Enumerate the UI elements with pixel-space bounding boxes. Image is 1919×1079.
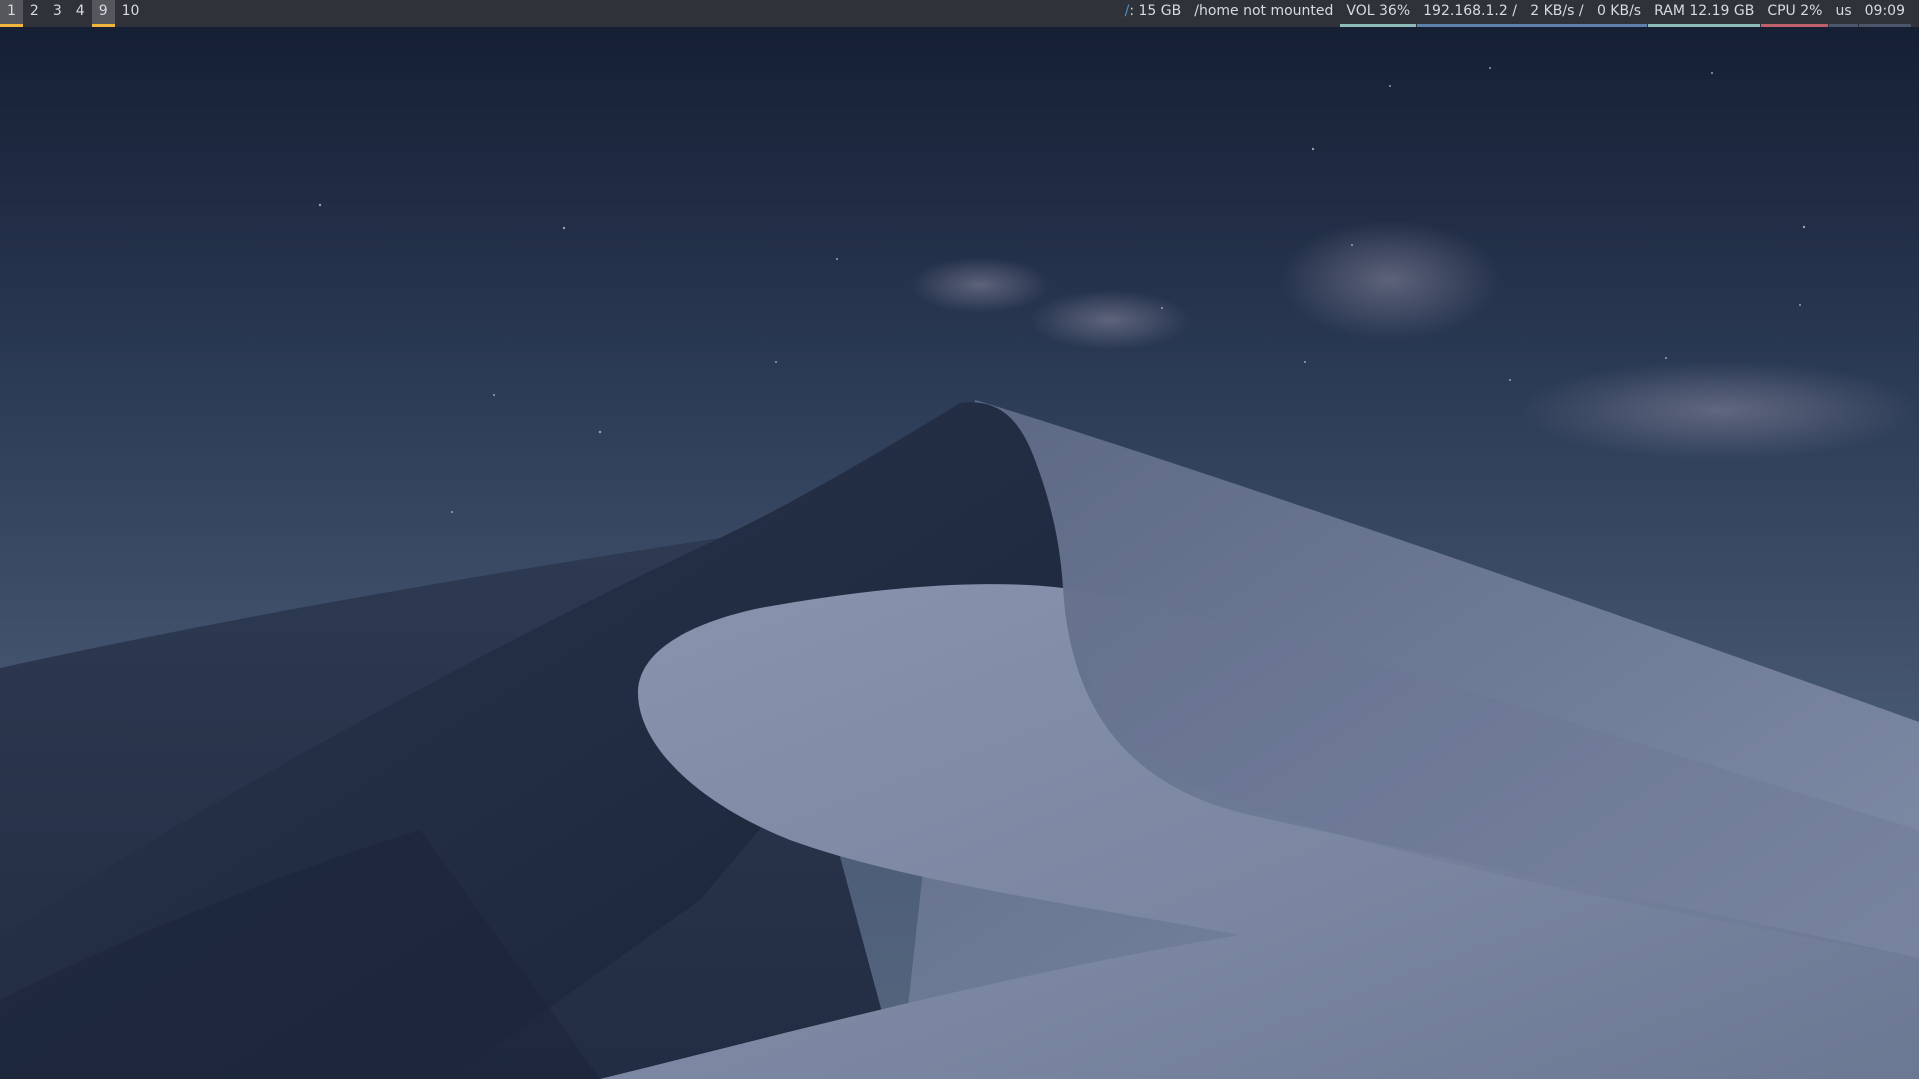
workspace-button[interactable]: 2 xyxy=(23,0,46,27)
disk-root-text: : 15 GB xyxy=(1129,3,1182,19)
disk-home-status: /home not mounted xyxy=(1194,3,1334,19)
workspace-switcher: 1 2 3 4 9 10 xyxy=(0,0,146,27)
disk-root-status: /: 15 GB xyxy=(1119,0,1188,27)
clock: 09:09 xyxy=(1858,0,1911,27)
keyboard-layout-status[interactable]: us xyxy=(1829,0,1858,27)
ram-status: RAM 12.19 GB xyxy=(1648,0,1761,27)
workspace-button[interactable]: 10 xyxy=(115,0,147,27)
volume-status[interactable]: VOL 36% xyxy=(1340,0,1417,27)
workspace-button[interactable]: 4 xyxy=(69,0,92,27)
status-modules: /: 15 GB /home not mounted VOL 36% 192.1… xyxy=(1118,0,1911,27)
network-status: 192.168.1.2 / 2 KB/s / 0 KB/s xyxy=(1417,0,1648,27)
workspace-button[interactable]: 3 xyxy=(46,0,69,27)
workspace-button[interactable]: 9 xyxy=(91,0,115,27)
desktop-wallpaper xyxy=(0,0,1919,1079)
cpu-status: CPU 2% xyxy=(1761,0,1829,27)
top-status-bar: 1 2 3 4 9 10 /: 15 GB /home not mounted … xyxy=(0,0,1919,27)
workspace-button[interactable]: 1 xyxy=(0,0,23,27)
